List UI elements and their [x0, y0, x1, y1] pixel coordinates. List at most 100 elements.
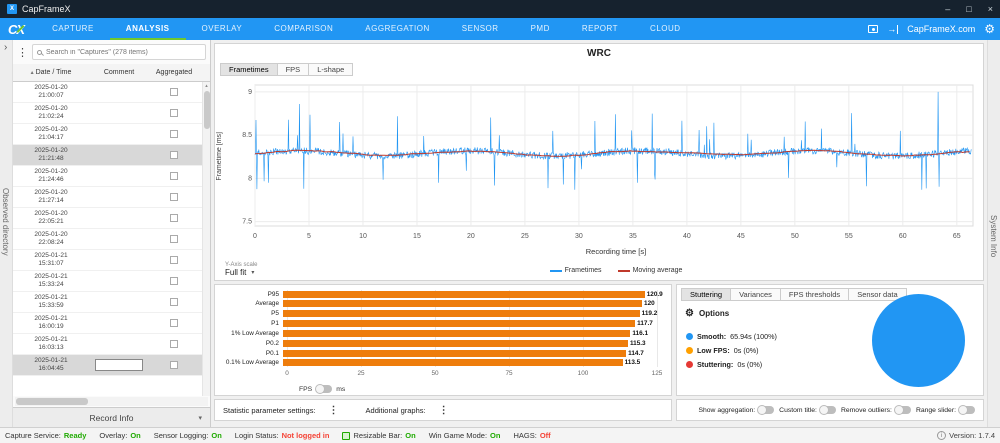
nav-tab-aggregation[interactable]: AGGREGATION: [349, 18, 445, 40]
capture-record-row[interactable]: 2025-01-20 22:05:21: [13, 208, 202, 229]
capture-record-row[interactable]: 2025-01-21 16:04:45: [13, 355, 202, 376]
record-time: 15:33:59: [38, 302, 64, 309]
column-date-time[interactable]: ▴ Date / Time: [13, 69, 89, 76]
capture-record-row[interactable]: 2025-01-20 22:08:24: [13, 229, 202, 250]
minimize-button[interactable]: –: [945, 4, 950, 14]
svg-text:7.5: 7.5: [242, 219, 252, 226]
statistics-bar-chart: P95 120.9 Average 120 P5 119.2 P1 117.7 1% Low A…: [221, 290, 663, 367]
stat-settings-label: Statistic parameter settings:: [223, 405, 316, 415]
vertical-scrollbar[interactable]: ▴: [202, 82, 210, 396]
aggregated-checkbox[interactable]: [170, 298, 178, 306]
bar-value: 120.9: [646, 290, 663, 298]
frametime-plot: 0 5 10 15 20 25 30 35 40 45 50 55 60 65 9 8.5 8 7.5: [221, 80, 977, 244]
settings-gear-icon[interactable]: ⚙: [984, 22, 995, 36]
list-header: ▴ Date / Time Comment Aggregated: [13, 64, 210, 82]
capture-record-row[interactable]: 2025-01-20 21:27:14: [13, 187, 202, 208]
capture-record-row[interactable]: 2025-01-20 21:24:46: [13, 166, 202, 187]
svg-text:30: 30: [575, 233, 583, 240]
nav-tab-report[interactable]: REPORT: [566, 18, 634, 40]
aggregated-checkbox[interactable]: [170, 340, 178, 348]
website-link[interactable]: CapFrameX.com: [907, 24, 975, 34]
capture-record-row[interactable]: 2025-01-21 15:33:59: [13, 292, 202, 313]
nav-tab-sensor[interactable]: SENSOR: [446, 18, 515, 40]
record-date-time: 2025-01-21 16:00:19: [13, 315, 89, 331]
column-comment[interactable]: Comment: [89, 69, 149, 76]
record-info-expander[interactable]: Record Info ▾: [13, 407, 210, 427]
search-box[interactable]: [32, 44, 206, 60]
column-aggregated[interactable]: Aggregated: [149, 69, 199, 76]
svg-text:55: 55: [845, 233, 853, 240]
toggle-switch[interactable]: [893, 405, 911, 415]
scrollbar-thumb[interactable]: [16, 398, 88, 405]
aggregated-checkbox[interactable]: [170, 172, 178, 180]
legend-moving-average[interactable]: Moving average: [617, 267, 682, 274]
stat-settings-menu-icon[interactable]: ⋮: [321, 405, 347, 416]
capture-record-row[interactable]: 2025-01-20 21:21:48: [13, 145, 202, 166]
capture-record-row[interactable]: 2025-01-20 21:02:24: [13, 103, 202, 124]
bar-label: 0.1% Low Average: [225, 359, 279, 367]
tab-frametimes[interactable]: Frametimes: [220, 63, 278, 76]
nav-tab-analysis[interactable]: ANALYSIS: [109, 18, 186, 40]
version-label: Version: 1.7.4: [949, 431, 995, 440]
aggregated-checkbox[interactable]: [170, 151, 178, 159]
close-button[interactable]: ×: [988, 4, 993, 14]
toggle-switch[interactable]: [958, 405, 975, 415]
aggregated-checkbox[interactable]: [170, 130, 178, 138]
frametime-line-chart: 0 5 10 15 20 25 30 35 40 45 50 55 60 65 9 8.5 8 7.5: [242, 84, 974, 240]
aggregated-checkbox[interactable]: [170, 235, 178, 243]
unit-toggle[interactable]: [315, 384, 333, 394]
scroll-up-icon[interactable]: ▴: [205, 82, 208, 90]
legend-frametimes[interactable]: Frametimes: [549, 267, 602, 274]
observed-directory-strip[interactable]: › Observed directory: [0, 40, 13, 427]
comment-input[interactable]: [95, 359, 143, 371]
aggregated-checkbox[interactable]: [170, 256, 178, 264]
capture-record-row[interactable]: 2025-01-21 15:33:24: [13, 271, 202, 292]
list-menu-icon[interactable]: ⋮: [17, 46, 28, 59]
aggregated-checkbox[interactable]: [170, 361, 178, 369]
login-icon[interactable]: →: [887, 24, 899, 34]
tab-stuttering[interactable]: Stuttering: [681, 288, 732, 301]
capture-record-row[interactable]: 2025-01-21 15:31:07: [13, 250, 202, 271]
tab-fps[interactable]: FPS: [276, 63, 310, 76]
capture-record-row[interactable]: 2025-01-21 16:00:19: [13, 313, 202, 334]
aggregated-checkbox[interactable]: [170, 88, 178, 96]
search-input[interactable]: [46, 48, 201, 56]
record-time: 15:33:24: [38, 281, 64, 288]
chevron-down-icon: ▾: [198, 414, 202, 422]
capture-record-row[interactable]: 2025-01-20 21:04:17: [13, 124, 202, 145]
nav-tab-cloud[interactable]: CLOUD: [634, 18, 697, 40]
legend-value: 65.94s (100%): [730, 332, 777, 341]
expand-chevron-icon[interactable]: ›: [4, 42, 7, 53]
aggregated-checkbox[interactable]: [170, 214, 178, 222]
bar-label: P0.1: [265, 349, 279, 357]
aggregated-checkbox[interactable]: [170, 193, 178, 201]
system-info-strip[interactable]: System Info: [987, 40, 1000, 427]
version-info: i Version: 1.7.4: [937, 431, 995, 440]
nav-tab-pmd[interactable]: PMD: [515, 18, 566, 40]
tab-l-shape[interactable]: L-shape: [308, 63, 354, 76]
capture-record-row[interactable]: 2025-01-20 21:00:07: [13, 82, 202, 103]
toggle-switch[interactable]: [818, 405, 836, 415]
bar-track: 116.1: [283, 329, 657, 337]
horizontal-scrollbar[interactable]: [15, 397, 208, 406]
toggle-switch[interactable]: [757, 405, 775, 415]
nav-right: → CapFrameX.com ⚙: [868, 18, 1000, 40]
chart-toggles-strip: Show aggregation: Custom title: Remove out…: [676, 399, 984, 421]
tab-fps-thresholds[interactable]: FPS thresholds: [779, 288, 850, 301]
nav-tab-comparison[interactable]: COMPARISON: [258, 18, 349, 40]
content: › Observed directory ⋮ ▴Date / Time Comm…: [0, 40, 1000, 427]
capture-record-row[interactable]: 2025-01-21 16:03:13: [13, 334, 202, 355]
nav-tab-overlay[interactable]: OVERLAY: [186, 18, 259, 40]
toggle-label: Show aggregation:: [698, 406, 756, 414]
scrollbar-thumb[interactable]: [203, 91, 210, 129]
screenshot-icon[interactable]: [868, 25, 879, 33]
nav-tab-capture[interactable]: CAPTURE: [36, 18, 110, 40]
aggregated-checkbox[interactable]: [170, 319, 178, 327]
status-value: On: [211, 431, 222, 440]
aggregated-checkbox[interactable]: [170, 109, 178, 117]
additional-graphs-menu-icon[interactable]: ⋮: [431, 405, 457, 416]
bar-row-average: Average 120: [221, 300, 657, 308]
aggregated-checkbox[interactable]: [170, 277, 178, 285]
maximize-button[interactable]: □: [966, 4, 971, 14]
tab-variances[interactable]: Variances: [730, 288, 781, 301]
